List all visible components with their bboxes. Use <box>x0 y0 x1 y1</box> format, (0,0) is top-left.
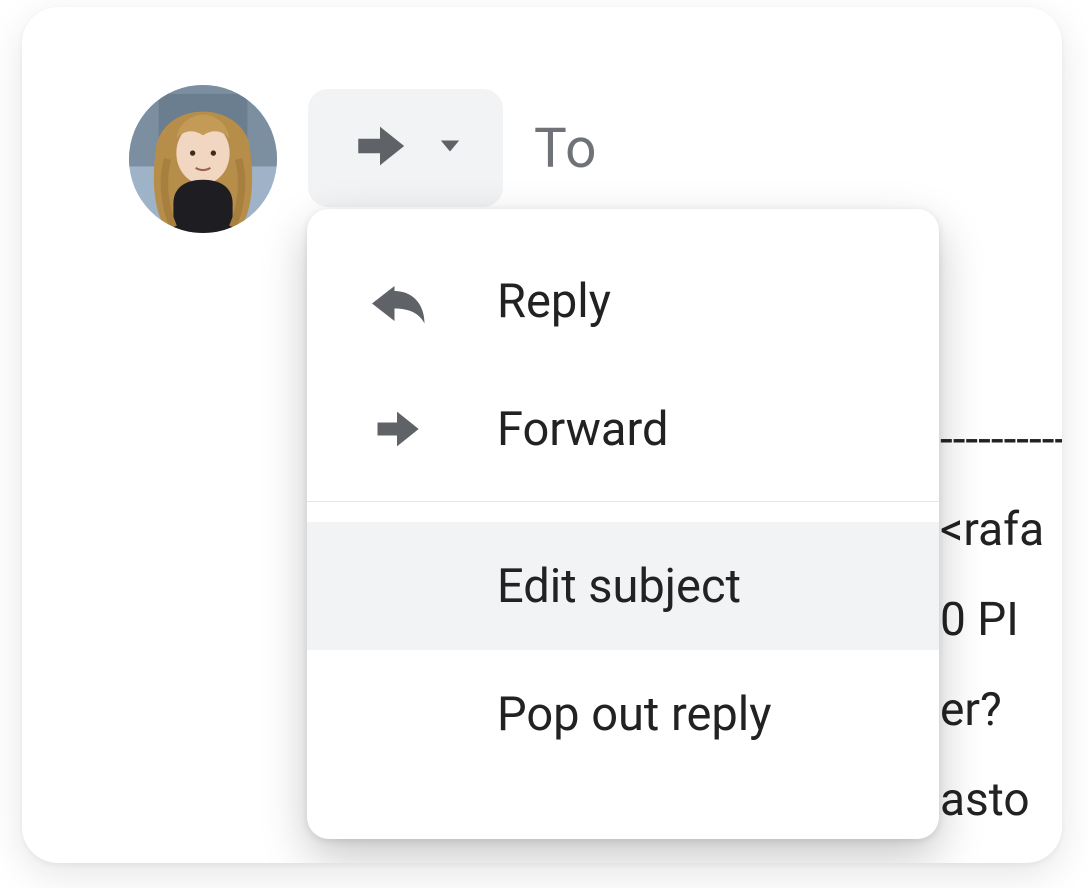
compose-card: To ----------- <rafa 0 PI er? asto Reply… <box>22 7 1062 863</box>
to-label[interactable]: To <box>534 117 598 181</box>
reply-mode-menu: Reply Forward Edit subject Pop out reply <box>307 209 939 839</box>
menu-item-label: Edit subject <box>497 559 741 614</box>
menu-item-label: Pop out reply <box>497 687 771 742</box>
quoted-message-text: ----------- <rafa 0 PI er? asto <box>940 395 1062 845</box>
menu-item-edit-subject[interactable]: Edit subject <box>307 522 939 650</box>
menu-item-reply[interactable]: Reply <box>307 237 939 365</box>
menu-item-label: Forward <box>497 402 669 457</box>
avatar <box>129 85 277 233</box>
menu-item-label: Reply <box>497 274 611 329</box>
chevron-down-icon <box>439 138 461 158</box>
reply-mode-button[interactable] <box>308 89 503 207</box>
menu-item-forward[interactable]: Forward <box>307 365 939 493</box>
avatar-illustration <box>129 85 277 233</box>
forward-icon <box>351 117 409 179</box>
reply-icon <box>367 275 497 327</box>
forward-icon <box>367 403 497 455</box>
menu-item-pop-out-reply[interactable]: Pop out reply <box>307 650 939 778</box>
